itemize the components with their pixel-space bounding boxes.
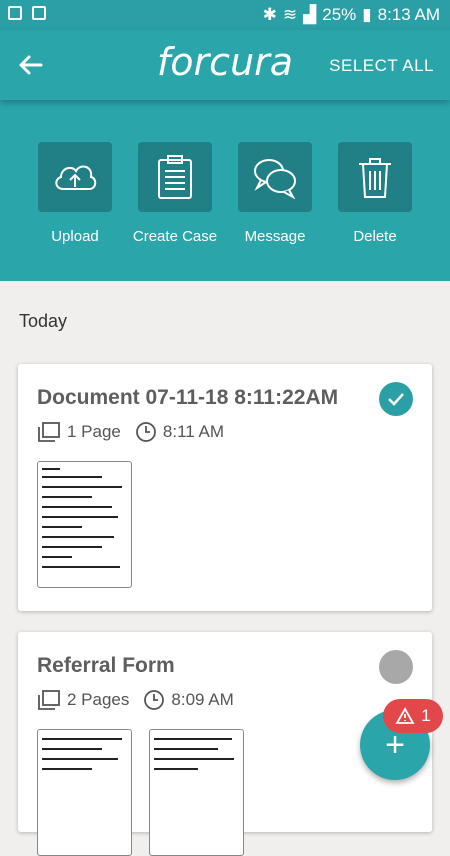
alert-count: 1 bbox=[421, 706, 431, 725]
upload-tile[interactable] bbox=[38, 142, 112, 212]
document-title: Referral Form bbox=[37, 654, 175, 677]
delete-action[interactable]: Delete bbox=[330, 142, 420, 245]
select-all-button[interactable]: SELECT ALL bbox=[329, 56, 434, 76]
status-bar: ✱ ≋ ▟ 25% ▮ 8:13 AM bbox=[0, 0, 450, 30]
action-toolbar: Upload Create Case Message Delete bbox=[0, 100, 450, 281]
document-meta: 2 Pages 8:09 AM bbox=[37, 689, 248, 711]
unselected-circle-icon[interactable] bbox=[379, 650, 413, 684]
battery-icon: ▮ bbox=[362, 5, 372, 24]
pages-icon bbox=[38, 690, 60, 710]
delete-tile[interactable] bbox=[338, 142, 412, 212]
create-case-action[interactable]: Create Case bbox=[130, 142, 220, 245]
document-time: 8:11 AM bbox=[162, 422, 225, 441]
battery-percent: 25% bbox=[322, 5, 357, 24]
delete-label: Delete bbox=[353, 228, 397, 245]
message-label: Message bbox=[244, 228, 306, 245]
clock: 8:13 AM bbox=[377, 5, 440, 24]
create-case-tile[interactable] bbox=[138, 142, 212, 212]
signal-icon: ▟ bbox=[303, 5, 317, 24]
upload-action[interactable]: Upload bbox=[30, 142, 120, 245]
document-thumbnail[interactable] bbox=[37, 729, 132, 856]
document-meta: 1 Page 8:11 AM bbox=[37, 421, 238, 443]
alert-badge[interactable]: 1 bbox=[383, 699, 443, 733]
selected-checkmark-icon[interactable] bbox=[379, 382, 413, 416]
warning-icon bbox=[395, 707, 415, 724]
create-case-label: Create Case bbox=[132, 228, 218, 245]
wifi-icon: ≋ bbox=[282, 5, 298, 24]
page-count: 1 Page bbox=[67, 422, 121, 441]
document-thumbnail[interactable] bbox=[149, 729, 244, 856]
page-count: 2 Pages bbox=[67, 690, 130, 709]
message-tile[interactable] bbox=[238, 142, 312, 212]
bluetooth-icon: ✱ bbox=[262, 5, 277, 24]
clipboard-icon bbox=[158, 155, 192, 199]
upload-label: Upload bbox=[51, 228, 99, 245]
document-card[interactable]: Document 07-11-18 8:11:22AM 1 Page 8:11 … bbox=[18, 364, 432, 611]
chat-bubbles-icon bbox=[254, 159, 296, 199]
gallery-notification-icon bbox=[8, 6, 22, 20]
clock-icon bbox=[135, 422, 156, 442]
section-header-today: Today bbox=[19, 311, 68, 331]
document-title: Document 07-11-18 8:11:22AM bbox=[37, 386, 339, 409]
pages-icon bbox=[38, 422, 60, 442]
trash-icon bbox=[359, 158, 391, 198]
message-action[interactable]: Message bbox=[230, 142, 320, 245]
clock-icon bbox=[144, 690, 165, 710]
document-notification-icon bbox=[32, 6, 46, 20]
document-thumbnail[interactable] bbox=[37, 461, 132, 588]
cloud-upload-icon bbox=[55, 165, 97, 190]
document-time: 8:09 AM bbox=[171, 690, 234, 709]
app-bar: forcura SELECT ALL bbox=[0, 30, 450, 100]
